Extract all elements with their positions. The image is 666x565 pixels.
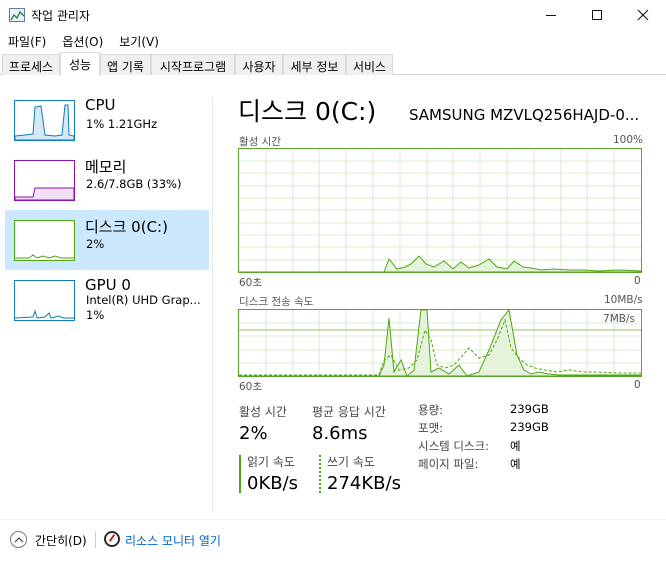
- tab-processes[interactable]: 프로세스: [2, 54, 60, 75]
- graph2-max: 10MB/s: [604, 294, 643, 306]
- task-manager-icon: [9, 8, 25, 22]
- gpu-thumbnail: [14, 280, 75, 321]
- active-time-graph: [238, 148, 642, 273]
- close-button[interactable]: [620, 0, 666, 30]
- sidebar-item-disk[interactable]: 디스크 0(C:) 2%: [5, 210, 209, 270]
- resource-list: CPU 1% 1.21GHz 메모리 2.6/7.8GB (33%) 디스크 0…: [0, 76, 214, 516]
- graph2-inner-label: 7MB/s: [603, 313, 635, 325]
- fewer-details-label[interactable]: 간단히(D): [35, 532, 87, 549]
- tab-startup[interactable]: 시작프로그램: [151, 54, 235, 75]
- graph1-xleft: 60초: [239, 277, 263, 289]
- sidebar-item-detail: Intel(R) UHD Grap...: [86, 293, 201, 307]
- sidebar-item-label: CPU: [85, 96, 116, 114]
- menu-file[interactable]: 파일(F): [0, 30, 54, 52]
- capacity-value: 239GB: [510, 402, 549, 416]
- tab-services[interactable]: 서비스: [346, 54, 393, 75]
- window-title: 작업 관리자: [31, 9, 91, 23]
- close-icon: [637, 9, 649, 21]
- footer-separator: [95, 531, 96, 548]
- page-file-value: 예: [510, 457, 521, 471]
- menu-view[interactable]: 보기(V): [111, 30, 167, 52]
- sidebar-item-detail: 1% 1.21GHz: [86, 117, 158, 131]
- sidebar-item-detail-2: 1%: [86, 308, 105, 322]
- menu-bar: 파일(F) 옵션(O) 보기(V): [0, 30, 666, 52]
- read-speed-label: 읽기 속도: [247, 455, 295, 469]
- tab-users[interactable]: 사용자: [235, 54, 283, 75]
- write-speed-label: 쓰기 속도: [327, 455, 375, 469]
- format-label: 포맷:: [418, 421, 444, 435]
- graph2-xleft: 60초: [239, 381, 263, 393]
- active-time-value: 2%: [239, 423, 268, 444]
- write-speed-value: 274KB/s: [327, 473, 401, 494]
- read-speed-value: 0KB/s: [247, 473, 299, 494]
- graph1-label: 활성 시간: [239, 136, 281, 148]
- panel-divider: [212, 98, 213, 512]
- sidebar-item-detail: 2%: [86, 237, 105, 251]
- memory-thumbnail: [14, 160, 75, 201]
- menu-options[interactable]: 옵션(O): [54, 30, 111, 52]
- page-file-label: 페이지 파일:: [418, 457, 479, 471]
- open-resource-monitor-link[interactable]: 리소스 모니터 열기: [125, 532, 221, 549]
- graph1-xright: 0: [634, 275, 641, 287]
- active-time-label: 활성 시간: [239, 405, 287, 419]
- write-speed-bar: [319, 455, 321, 493]
- graph2-label: 디스크 전송 속도: [239, 296, 314, 308]
- title-bar: 작업 관리자: [0, 0, 666, 30]
- graph1-max: 100%: [613, 134, 644, 146]
- sidebar-item-label: 디스크 0(C:): [85, 218, 168, 236]
- chevron-up-icon: [14, 537, 24, 543]
- page-title: 디스크 0(C:): [238, 97, 377, 126]
- system-disk-value: 예: [510, 439, 521, 453]
- minimize-icon: [546, 14, 556, 16]
- response-time-value: 8.6ms: [312, 423, 368, 444]
- fewer-details-button[interactable]: [10, 531, 27, 548]
- sidebar-item-label: 메모리: [85, 158, 127, 176]
- disk-model: SAMSUNG MZVLQ256HAJD-0...: [409, 106, 640, 124]
- response-time-label: 평균 응답 시간: [312, 405, 386, 419]
- capacity-label: 용량:: [418, 403, 444, 417]
- tab-details[interactable]: 세부 정보: [283, 54, 346, 75]
- sidebar-item-label: GPU 0: [85, 276, 131, 294]
- maximize-icon: [592, 10, 602, 20]
- tab-app-history[interactable]: 앱 기록: [100, 54, 151, 75]
- sidebar-item-gpu[interactable]: GPU 0 Intel(R) UHD Grap... 1%: [5, 270, 209, 330]
- read-speed-bar: [239, 455, 241, 493]
- cpu-thumbnail: [14, 100, 75, 141]
- resource-monitor-icon: [104, 531, 120, 547]
- tab-performance[interactable]: 성능: [60, 52, 100, 76]
- sidebar-item-memory[interactable]: 메모리 2.6/7.8GB (33%): [5, 150, 209, 210]
- maximize-button[interactable]: [574, 0, 620, 30]
- graph2-xright: 0: [634, 379, 641, 391]
- footer-divider: [0, 519, 666, 520]
- sidebar-item-cpu[interactable]: CPU 1% 1.21GHz: [5, 90, 209, 150]
- minimize-button[interactable]: [528, 0, 574, 30]
- tab-strip: 프로세스 성능 앱 기록 시작프로그램 사용자 세부 정보 서비스: [0, 52, 666, 76]
- disk-thumbnail: [14, 220, 75, 261]
- format-value: 239GB: [510, 420, 549, 434]
- system-disk-label: 시스템 디스크:: [418, 439, 490, 453]
- transfer-rate-graph: 7MB/s: [238, 309, 642, 377]
- sidebar-item-detail: 2.6/7.8GB (33%): [86, 177, 182, 191]
